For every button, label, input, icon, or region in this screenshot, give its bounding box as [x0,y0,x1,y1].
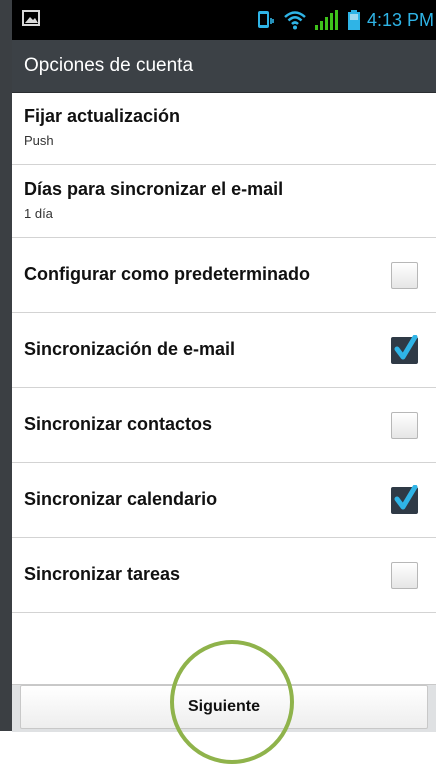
default-account-checkbox[interactable] [391,262,418,289]
setting-title: Fijar actualización [24,106,181,126]
sync-email-checkbox[interactable] [391,335,418,364]
clock: 4:13 PM [366,9,434,30]
checkmark-icon [394,485,418,510]
setting-value: 1 día [24,206,53,221]
setting-title: Días para sincronizar el e-mail [24,179,284,199]
vibrate-icon [257,11,274,28]
sync-contacts-checkbox[interactable] [391,412,418,439]
setting-sync-days[interactable]: Días para sincronizar el e-mail 1 día [12,165,436,238]
setting-title: Configurar como predeterminado [24,264,311,284]
setting-sync-tasks[interactable]: Sincronizar tareas [12,538,436,613]
gallery-notification-icon [22,10,40,26]
wifi-icon [284,11,306,30]
setting-sync-calendar[interactable]: Sincronizar calendario [12,463,436,538]
status-bar: 4:13 PM [12,0,436,40]
page-title: Opciones de cuenta [24,55,194,76]
device-frame-edge [0,0,12,731]
setting-title: Sincronizar contactos [24,414,213,434]
setting-value: Push [24,133,54,148]
sync-tasks-checkbox[interactable] [391,562,418,589]
setting-title: Sincronizar tareas [24,564,181,584]
title-bar: Opciones de cuenta [12,40,436,93]
settings-list: Fijar actualización Push Días para sincr… [12,92,436,613]
battery-icon [347,10,360,30]
checkmark-icon [394,335,418,360]
setting-title: Sincronización de e-mail [24,339,236,359]
setting-sync-contacts[interactable]: Sincronizar contactos [12,388,436,463]
setting-update-schedule[interactable]: Fijar actualización Push [12,92,436,165]
highlight-circle [170,640,294,764]
status-indicators: 4:13 PM [255,8,434,32]
setting-title: Sincronizar calendario [24,489,218,509]
sync-calendar-checkbox[interactable] [391,485,418,514]
signal-icon [314,10,338,30]
setting-default-account[interactable]: Configurar como predeterminado [12,238,436,313]
setting-sync-email[interactable]: Sincronización de e-mail [12,313,436,388]
